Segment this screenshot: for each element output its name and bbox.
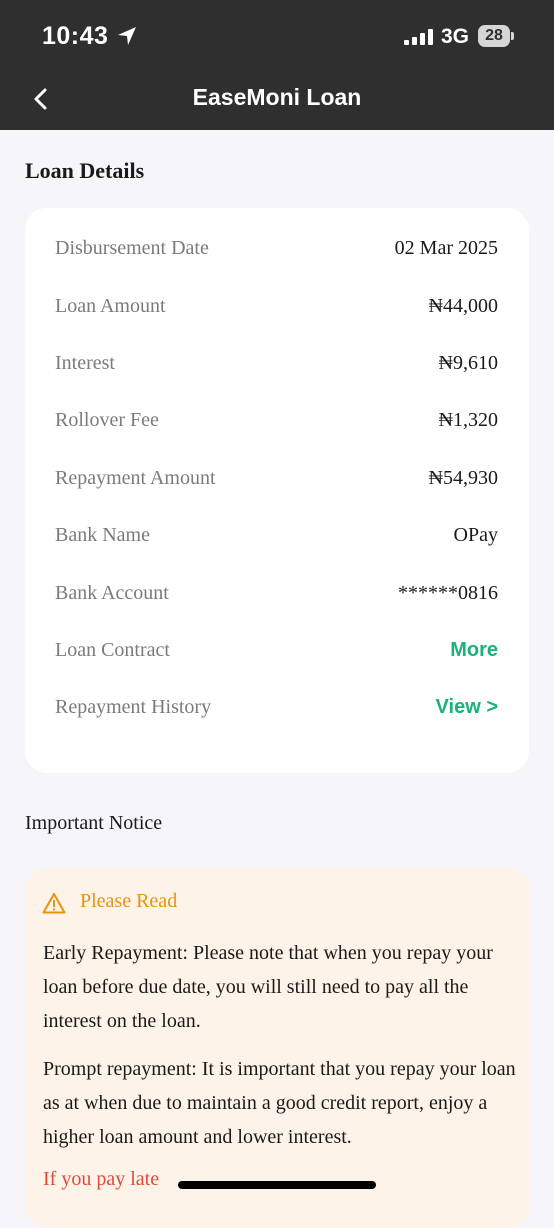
loan-details-title: Loan Details	[25, 158, 145, 183]
detail-value: ₦44,000	[428, 295, 498, 317]
early-repayment-text: Early Repayment: Please note that when y…	[43, 942, 493, 1032]
detail-row-loan-contract: Loan Contract More	[55, 635, 498, 665]
location-arrow-icon	[118, 27, 136, 45]
detail-row-bank-account: Bank Account ******0816	[55, 578, 498, 608]
warning-icon	[42, 893, 66, 914]
battery-cap	[511, 32, 514, 40]
detail-value: ******0816	[398, 582, 498, 604]
network-type: 3G	[441, 25, 470, 48]
nav-bar: EaseMoni Loan	[0, 74, 554, 130]
signal-bars-icon	[404, 29, 433, 45]
detail-label: Repayment Amount	[55, 467, 216, 489]
home-indicator[interactable]	[178, 1181, 376, 1189]
status-bar: 10:43 3G 28	[0, 0, 554, 74]
status-time: 10:43	[42, 22, 109, 50]
battery-icon: 28	[478, 25, 514, 47]
detail-value: OPay	[453, 524, 498, 546]
prompt-repayment-text: Prompt repayment: It is important that y…	[43, 1058, 516, 1148]
important-notice-heading: Important Notice	[25, 812, 163, 834]
detail-label: Bank Name	[55, 524, 150, 546]
detail-value: ₦54,930	[428, 467, 498, 489]
please-read-title: Please Read	[80, 890, 178, 912]
detail-row-disbursement-date: Disbursement Date 02 Mar 2025	[55, 233, 498, 263]
loan-contract-more-link[interactable]: More	[450, 635, 498, 665]
detail-row-repayment-amount: Repayment Amount ₦54,930	[55, 463, 498, 493]
detail-label: Interest	[55, 352, 115, 374]
detail-row-rollover-fee: Rollover Fee ₦1,320	[55, 405, 498, 435]
detail-value: ₦9,610	[438, 352, 498, 374]
page-title: EaseMoni Loan	[192, 84, 362, 110]
repayment-history-view-link[interactable]: View >	[436, 692, 498, 722]
detail-label: Rollover Fee	[55, 409, 159, 431]
notice-card: Please Read Early Repayment: Please note…	[25, 868, 529, 1228]
detail-row-loan-amount: Loan Amount ₦44,000	[55, 291, 498, 321]
detail-row-repayment-history: Repayment History View >	[55, 692, 498, 722]
detail-row-interest: Interest ₦9,610	[55, 348, 498, 378]
loan-details-card: Disbursement Date 02 Mar 2025 Loan Amoun…	[25, 208, 529, 773]
detail-row-bank-name: Bank Name OPay	[55, 520, 498, 550]
late-payment-text: If you pay late	[43, 1168, 160, 1190]
detail-label: Bank Account	[55, 582, 169, 604]
detail-label: Loan Contract	[55, 639, 170, 661]
detail-label: Disbursement Date	[55, 237, 209, 259]
detail-label: Repayment History	[55, 696, 212, 718]
battery-level: 28	[478, 25, 510, 47]
detail-value: ₦1,320	[438, 409, 498, 431]
detail-value: 02 Mar 2025	[394, 237, 498, 259]
detail-label: Loan Amount	[55, 295, 166, 317]
